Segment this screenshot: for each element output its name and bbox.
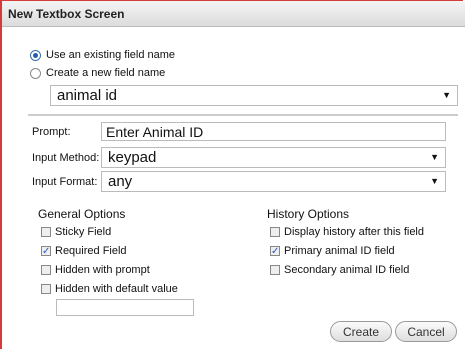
prompt-value: Enter Animal ID: [106, 124, 204, 140]
create-new-field-label: Create a new field name: [46, 67, 166, 79]
primary-animal-id-label: Primary animal ID field: [284, 245, 395, 257]
secondary-animal-id-label: Secondary animal ID field: [284, 264, 410, 276]
input-format-select[interactable]: any ▼: [101, 171, 446, 192]
display-history-checkbox[interactable]: Display history after this field: [270, 226, 424, 238]
secondary-animal-id-checkbox[interactable]: Secondary animal ID field: [270, 264, 409, 276]
sticky-field-label: Sticky Field: [55, 226, 112, 238]
input-method-value: keypad: [108, 149, 157, 166]
radio-selected-icon: [30, 49, 41, 61]
checkbox-icon: [41, 227, 51, 237]
dialog-title: New Textbox Screen: [8, 7, 125, 21]
display-history-label: Display history after this field: [284, 226, 424, 238]
input-method-select[interactable]: keypad ▼: [101, 147, 446, 168]
prompt-input[interactable]: Enter Animal ID: [101, 122, 446, 141]
section-divider: [28, 114, 458, 116]
chevron-down-icon: ▼: [442, 90, 451, 100]
use-existing-field-radio[interactable]: Use an existing field name: [30, 49, 175, 61]
hidden-with-prompt-label: Hidden with prompt: [55, 264, 150, 276]
general-options-title: General Options: [38, 207, 126, 221]
chevron-down-icon: ▼: [430, 152, 439, 162]
primary-animal-id-checkbox[interactable]: ✓ Primary animal ID field: [270, 245, 395, 257]
use-existing-field-label: Use an existing field name: [46, 49, 176, 61]
input-method-label: Input Method:: [32, 152, 100, 164]
checkbox-icon: [270, 227, 280, 237]
hidden-with-prompt-checkbox[interactable]: Hidden with prompt: [41, 264, 150, 276]
hidden-with-default-label: Hidden with default value: [55, 283, 178, 295]
default-value-input[interactable]: [56, 299, 194, 316]
new-textbox-dialog: New Textbox Screen Use an existing field…: [0, 0, 465, 349]
required-field-label: Required Field: [55, 245, 127, 257]
checkbox-icon: [270, 265, 280, 275]
checkbox-icon: [41, 284, 51, 294]
radio-unselected-icon: [30, 67, 41, 79]
checkbox-icon: [41, 265, 51, 275]
field-name-select[interactable]: animal id ▼: [50, 85, 458, 106]
cancel-button[interactable]: Cancel: [395, 321, 457, 342]
input-format-value: any: [108, 173, 133, 190]
hidden-with-default-checkbox[interactable]: Hidden with default value: [41, 283, 178, 295]
sticky-field-checkbox[interactable]: Sticky Field: [41, 226, 111, 238]
title-bar: New Textbox Screen: [2, 1, 465, 27]
create-new-field-radio[interactable]: Create a new field name: [30, 67, 165, 79]
checkmark-icon: ✓: [270, 246, 280, 257]
create-button[interactable]: Create: [330, 321, 392, 342]
history-options-title: History Options: [267, 207, 350, 221]
checkmark-icon: ✓: [41, 246, 51, 257]
chevron-down-icon: ▼: [430, 176, 439, 186]
field-name-value: animal id: [57, 87, 118, 104]
input-format-label: Input Format:: [32, 176, 98, 188]
required-field-checkbox[interactable]: ✓ Required Field: [41, 245, 127, 257]
prompt-label: Prompt:: [32, 126, 71, 138]
